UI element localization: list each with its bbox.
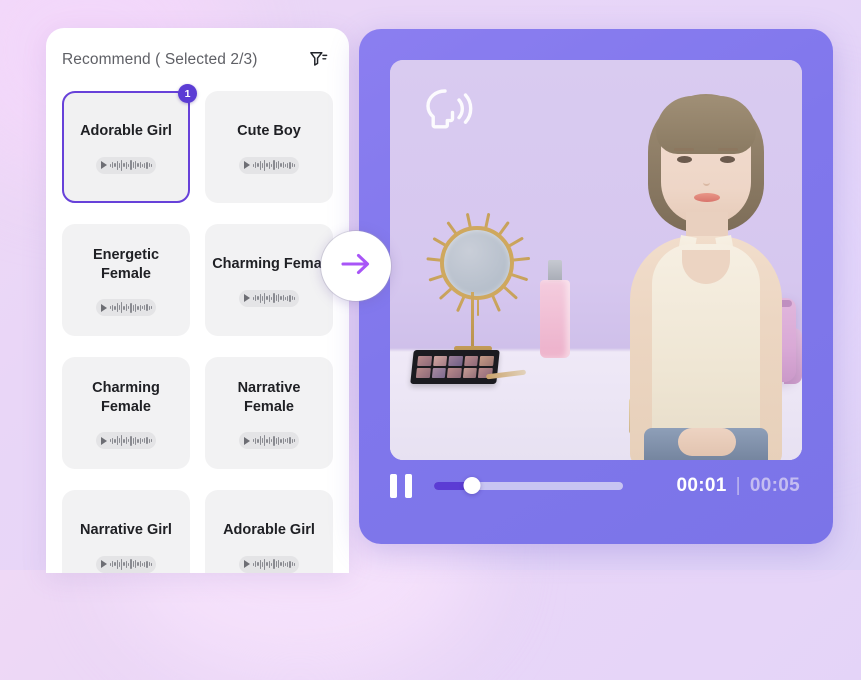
waveform-icon <box>252 435 296 447</box>
play-icon <box>243 294 250 303</box>
video-player-card: 00:01 | 00:05 <box>359 29 833 544</box>
voice-card[interactable]: Cute Boy <box>205 91 333 203</box>
time-separator: | <box>735 475 741 496</box>
perfume-bottle-prop <box>540 280 570 358</box>
voice-preview-play-button[interactable] <box>239 432 299 450</box>
voice-name: Cute Boy <box>237 123 301 140</box>
voice-card[interactable]: Narrative Girl <box>62 490 190 573</box>
waveform-icon <box>252 558 296 570</box>
pause-icon-bar <box>405 474 412 498</box>
recommend-panel: Recommend ( Selected 2/3) 1 Adorable Girl… <box>46 28 349 573</box>
voice-name: Narrative Girl <box>80 522 172 539</box>
voice-name: Charming Femal <box>212 256 326 273</box>
voice-card[interactable]: Charming Femal <box>205 224 333 336</box>
play-icon <box>100 161 107 170</box>
voice-card[interactable]: Narrative Female <box>205 357 333 469</box>
waveform-icon <box>252 159 296 171</box>
video-preview[interactable] <box>390 60 802 460</box>
voice-name: Adorable Girl <box>223 522 315 539</box>
progress-thumb[interactable] <box>463 477 481 494</box>
play-icon <box>100 303 107 312</box>
play-icon <box>243 161 250 170</box>
waveform-icon <box>109 558 153 570</box>
voice-list[interactable]: 1 Adorable Girl Cute Boy Energetic Female Ch… <box>46 84 349 573</box>
next-arrow-button[interactable] <box>321 231 391 301</box>
play-icon <box>243 436 250 445</box>
play-icon <box>100 436 107 445</box>
perfume-cap-prop <box>548 260 562 282</box>
selection-badge: 1 <box>178 84 197 103</box>
voice-card[interactable]: Adorable Girl <box>205 490 333 573</box>
total-time: 00:05 <box>749 475 800 496</box>
pause-icon-bar <box>390 474 397 498</box>
voice-preview-play-button[interactable] <box>96 156 156 174</box>
filter-icon[interactable] <box>306 48 330 72</box>
mirror-stem <box>471 292 474 348</box>
time-display: 00:01 | 00:05 <box>677 475 802 497</box>
presenter-avatar <box>586 94 802 460</box>
progress-slider[interactable] <box>434 477 623 494</box>
voice-preview-play-button[interactable] <box>239 156 299 174</box>
waveform-icon <box>109 302 153 314</box>
pause-button[interactable] <box>390 474 412 498</box>
play-icon <box>243 560 250 569</box>
waveform-icon <box>252 292 296 304</box>
voice-preview-play-button[interactable] <box>96 555 156 573</box>
voice-name: Narrative Female <box>237 379 301 415</box>
waveform-icon <box>109 435 153 447</box>
voice-card[interactable]: Charming Female <box>62 357 190 469</box>
voice-card[interactable]: 1 Adorable Girl <box>62 84 197 203</box>
waveform-icon <box>109 159 153 171</box>
voice-name: Charming Female <box>92 379 160 415</box>
voice-preview-play-button[interactable] <box>239 289 299 307</box>
voice-name: Adorable Girl <box>80 123 172 140</box>
voice-preview-play-button[interactable] <box>96 299 156 317</box>
voice-name: Energetic Female <box>92 246 160 282</box>
voice-card[interactable]: Energetic Female <box>62 224 190 336</box>
player-controls: 00:01 | 00:05 <box>390 470 802 502</box>
vanity-mirror-prop <box>418 210 538 360</box>
panel-header: Recommend ( Selected 2/3) <box>46 28 349 91</box>
arrow-right-icon <box>339 249 373 284</box>
voice-preview-play-button[interactable] <box>239 555 299 573</box>
page-title: Recommend ( Selected 2/3) <box>62 50 258 68</box>
play-icon <box>100 560 107 569</box>
voice-preview-play-button[interactable] <box>96 432 156 450</box>
mirror-glass <box>440 226 514 300</box>
current-time: 00:01 <box>676 475 727 496</box>
